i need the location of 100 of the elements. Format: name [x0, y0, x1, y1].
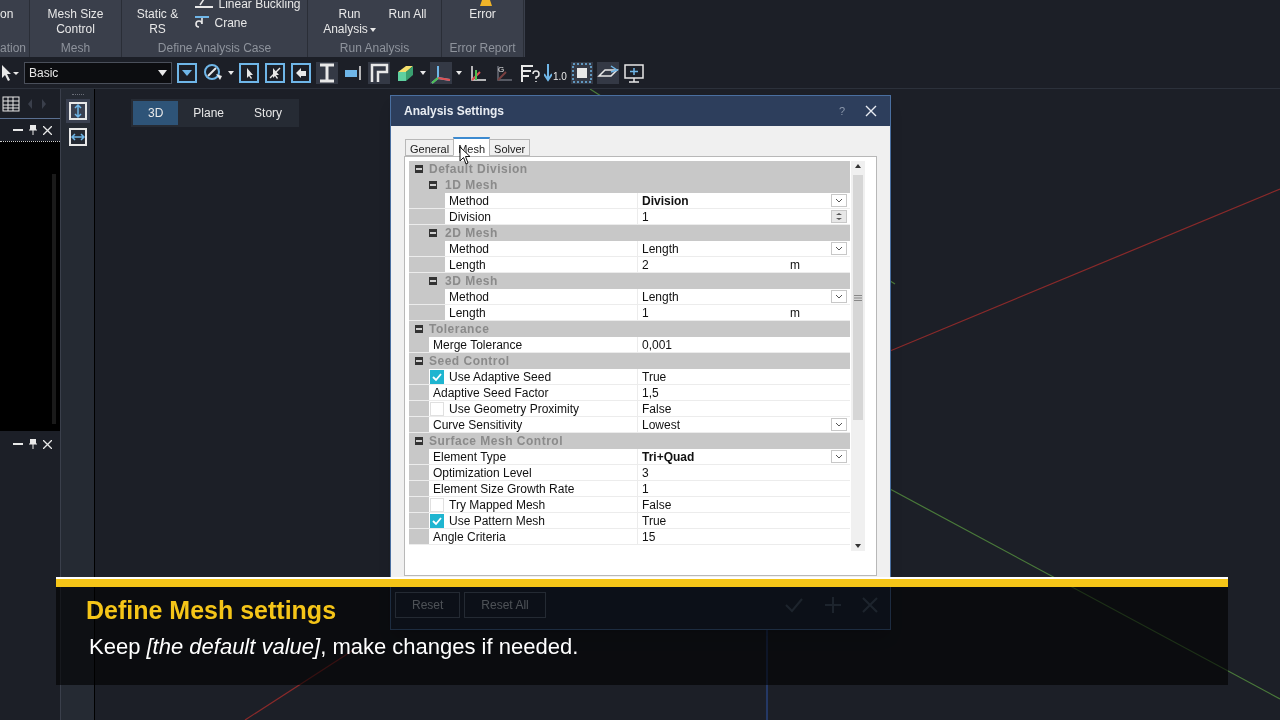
property-value[interactable]: 1,5: [642, 383, 850, 402]
property-value[interactable]: 1: [642, 303, 790, 322]
property-name: Length: [449, 304, 486, 322]
dialog-tab[interactable]: General: [405, 139, 455, 156]
property-value[interactable]: False: [642, 495, 850, 514]
property-row[interactable]: Use Geometry Proximity False: [409, 401, 850, 417]
checkbox[interactable]: [430, 513, 444, 528]
property-value[interactable]: 1: [642, 479, 850, 498]
select-icon[interactable]: [238, 61, 260, 84]
buckling-icon: [194, 0, 215, 11]
beam-icon[interactable]: [316, 61, 338, 84]
property-name: Curve Sensitivity: [433, 416, 523, 434]
property-row[interactable]: Element Type Tri+Quad: [409, 449, 850, 465]
category-label: Seed Control: [429, 353, 510, 370]
ribbon-button[interactable]: Crane: [194, 15, 301, 31]
ribbon-group-label: Define Analysis Case: [156, 41, 273, 57]
property-row[interactable]: Method Length: [409, 241, 850, 257]
dialog-tab[interactable]: Solver: [489, 139, 531, 156]
property-row[interactable]: Use Pattern Mesh True: [409, 513, 850, 529]
property-row[interactable]: Optimization Level 3: [409, 465, 850, 481]
pin-icon[interactable]: [29, 439, 37, 449]
property-row[interactable]: Division 1: [409, 209, 850, 225]
scrollbar-thumb[interactable]: [853, 175, 863, 420]
vertical-resize-icon[interactable]: [65, 99, 90, 123]
monitor-icon[interactable]: [622, 61, 645, 84]
property-value[interactable]: False: [642, 399, 850, 418]
property-row[interactable]: Try Mapped Mesh False: [409, 497, 850, 513]
property-value[interactable]: Lowest: [642, 415, 831, 434]
property-value[interactable]: 3: [642, 463, 850, 482]
property-value[interactable]: 1: [642, 207, 831, 226]
caret-icon: [228, 70, 234, 75]
collapse-icon[interactable]: [415, 325, 423, 333]
collapse-icon[interactable]: [415, 165, 423, 173]
property-value[interactable]: 15: [642, 527, 850, 546]
property-name: Element Size Growth Rate: [433, 480, 575, 498]
cross-select-icon[interactable]: [264, 61, 286, 84]
checkbox[interactable]: [430, 497, 444, 512]
property-name: Method: [449, 240, 490, 258]
property-value[interactable]: True: [642, 511, 850, 530]
ribbon-button[interactable]: Linear Buckling: [194, 0, 301, 12]
collapse-icon[interactable]: [415, 357, 423, 365]
property-row[interactable]: Angle Criteria 15: [409, 529, 850, 545]
ribbon-button[interactable]: Run All: [386, 7, 429, 22]
property-row[interactable]: Length 2 m: [409, 257, 850, 273]
view-tab[interactable]: Story: [239, 101, 298, 125]
grip-icon: [854, 294, 862, 301]
property-value[interactable]: Tri+Quad: [642, 447, 831, 466]
warning-icon: [478, 0, 494, 6]
layers-icon[interactable]: [570, 61, 593, 84]
scrollbar[interactable]: [851, 161, 865, 551]
checkbox[interactable]: [430, 369, 444, 384]
down-arrow-icon: [544, 63, 552, 82]
property-row[interactable]: Method Division: [409, 193, 850, 209]
frame-icon[interactable]: [368, 61, 390, 84]
property-name: Optimization Level: [433, 464, 532, 482]
ribbon-button[interactable]: Mesh Size Control: [40, 7, 111, 37]
category-label: Surface Mesh Control: [429, 433, 564, 450]
property-row[interactable]: Adaptive Seed Factor 1,5: [409, 385, 850, 401]
property-row[interactable]: Merge Tolerance 0,001: [409, 337, 850, 353]
property-value[interactable]: 0,001: [642, 335, 850, 354]
horizontal-resize-icon[interactable]: [67, 127, 88, 147]
ribbon-group-label: Run Analysis: [338, 41, 411, 57]
style-dropdown[interactable]: Basic: [24, 61, 172, 84]
table-icon[interactable]: [2, 95, 20, 112]
plane-view-icon[interactable]: [596, 61, 619, 84]
property-row[interactable]: Method Length: [409, 289, 850, 305]
unit-label: m: [790, 256, 801, 274]
property-value[interactable]: True: [642, 367, 850, 386]
category-label: 1D Mesh: [445, 177, 498, 194]
dropdown-value: Basic: [29, 64, 59, 82]
collapse-icon[interactable]: [429, 181, 437, 189]
property-value[interactable]: Division: [642, 191, 831, 210]
unit-label: m: [790, 304, 801, 322]
property-row[interactable]: Use Adaptive Seed True: [409, 369, 850, 385]
help-button[interactable]: ?: [838, 102, 845, 120]
property-value[interactable]: 2: [642, 255, 790, 274]
collapse-icon[interactable]: [415, 437, 423, 445]
collapse-icon[interactable]: [429, 277, 437, 285]
view-tab[interactable]: Plane: [178, 101, 240, 125]
scale-factor-button[interactable]: 1.0: [544, 63, 567, 82]
property-row[interactable]: Curve Sensitivity Lowest: [409, 417, 850, 433]
property-row[interactable]: Element Size Growth Rate 1: [409, 481, 850, 497]
collapse-icon[interactable]: [429, 229, 437, 237]
ribbon-button[interactable]: Run Analysis: [320, 7, 379, 37]
spinner-icon[interactable]: [831, 210, 847, 223]
property-value[interactable]: Length: [642, 287, 831, 306]
pin-icon[interactable]: [29, 125, 37, 135]
caret-icon: [420, 70, 426, 75]
undo-icon[interactable]: [290, 61, 312, 84]
ribbon-button[interactable]: Static & RS: [128, 7, 187, 37]
ribbon-button-label[interactable]: on: [0, 7, 29, 22]
filter-icon[interactable]: [176, 61, 198, 84]
property-row[interactable]: Length 1 m: [409, 305, 850, 321]
ribbon-group-label: ation: [0, 41, 28, 55]
axis-icon[interactable]: [430, 61, 452, 84]
dialog-title: Analysis Settings: [404, 103, 506, 120]
ribbon-button[interactable]: Error: [467, 7, 498, 22]
view-tab[interactable]: 3D: [133, 101, 179, 125]
checkbox[interactable]: [430, 401, 444, 416]
property-value[interactable]: Length: [642, 239, 831, 258]
